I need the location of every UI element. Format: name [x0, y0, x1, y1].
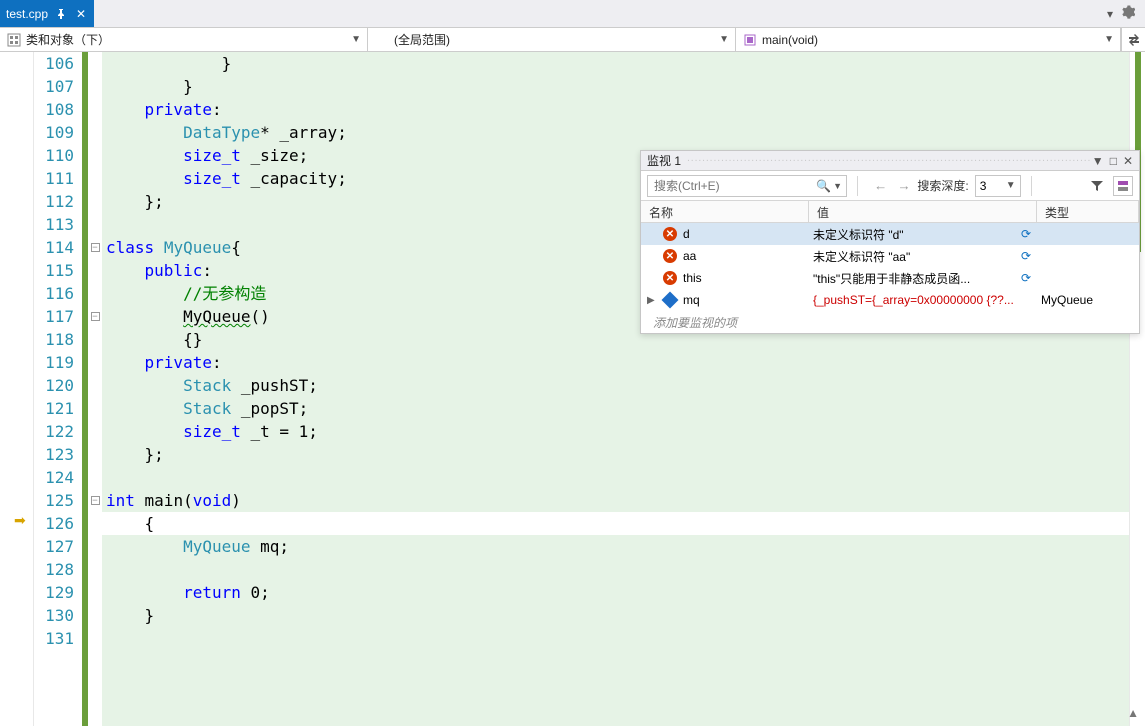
watch-value: 未定义标识符 "d"	[813, 226, 904, 243]
navigation-bar: 类和对象（下） ▼ (全局范围) ▼ main(void) ▼	[0, 28, 1145, 52]
project-dropdown[interactable]: 类和对象（下） ▼	[0, 28, 368, 51]
watch-row[interactable]: ✕ aa 未定义标识符 "aa" ⟳	[641, 245, 1139, 267]
watch-toolbar: 🔍 ▼ ← → 搜索深度: 3 ▼	[641, 171, 1139, 201]
object-icon	[662, 292, 679, 309]
refresh-icon[interactable]: ⟳	[1021, 271, 1031, 285]
refresh-icon[interactable]: ⟳	[1021, 227, 1031, 241]
chevron-down-icon: ▼	[719, 34, 729, 45]
error-icon: ✕	[663, 271, 677, 285]
expand-icon[interactable]: ▶	[647, 295, 657, 306]
watch-type: MyQueue	[1037, 293, 1139, 307]
execution-pointer-icon: ➡	[14, 512, 26, 529]
separator	[857, 176, 858, 196]
depth-value: 3	[980, 179, 1006, 193]
chevron-down-icon: ▼	[1006, 180, 1016, 191]
search-icon[interactable]: 🔍	[816, 179, 831, 193]
watch-row[interactable]: ✕ d 未定义标识符 "d" ⟳	[641, 223, 1139, 245]
watch-name: this	[683, 271, 702, 285]
function-icon	[742, 32, 758, 48]
code-line[interactable]: DataType* _array;	[102, 121, 1129, 144]
fold-toggle[interactable]: −	[91, 312, 100, 321]
col-value-header[interactable]: 值	[809, 201, 1037, 222]
col-name-header[interactable]: 名称	[641, 201, 809, 222]
code-line[interactable]: }	[102, 75, 1129, 98]
code-line[interactable]: private:	[102, 351, 1129, 374]
watch-value: "this"只能用于非静态成员函...	[813, 270, 970, 287]
maximize-icon[interactable]: □	[1110, 154, 1117, 168]
watch-title: 监视 1	[647, 152, 681, 169]
dropdown-icon[interactable]: ▾	[1107, 7, 1113, 21]
close-icon[interactable]: ✕	[1123, 154, 1133, 168]
code-line[interactable]: private:	[102, 98, 1129, 121]
depth-dropdown[interactable]: 3 ▼	[975, 175, 1021, 197]
chevron-down-icon: ▼	[351, 34, 361, 45]
file-tab-label: test.cpp	[6, 7, 48, 21]
watch-value: {_pushST={_array=0x00000000 {??...	[813, 293, 1014, 307]
search-input[interactable]	[652, 178, 816, 194]
error-icon: ✕	[663, 249, 677, 263]
gutter: ➡	[0, 52, 34, 726]
code-line[interactable]: int main(void)	[102, 489, 1129, 512]
code-line[interactable]: {	[102, 512, 1129, 535]
code-line[interactable]: Stack _popST;	[102, 397, 1129, 420]
next-button[interactable]: →	[891, 176, 911, 196]
chevron-down-icon: ▼	[1104, 34, 1114, 45]
watch-row[interactable]: ✕ this "this"只能用于非静态成员函... ⟳	[641, 267, 1139, 289]
code-line[interactable]	[102, 627, 1129, 650]
error-icon: ✕	[663, 227, 677, 241]
watch-grid-body: ✕ d 未定义标识符 "d" ⟳ ✕ aa 未定义标识符 "aa" ⟳ ✕ this "this"只…	[641, 223, 1139, 311]
code-line[interactable]	[102, 558, 1129, 581]
code-line[interactable]: MyQueue mq;	[102, 535, 1129, 558]
watch-name: d	[683, 227, 690, 241]
gear-icon[interactable]	[1121, 5, 1135, 22]
code-line[interactable]: Stack _pushST;	[102, 374, 1129, 397]
expand-panel-icon[interactable]: ▲	[1127, 706, 1139, 720]
fold-toggle[interactable]: −	[91, 496, 100, 505]
code-line[interactable]: }	[102, 52, 1129, 75]
code-line[interactable]: }	[102, 604, 1129, 627]
separator	[1031, 176, 1032, 196]
display-options-icon[interactable]	[1113, 176, 1133, 196]
code-line[interactable]: };	[102, 443, 1129, 466]
watch-name: mq	[683, 293, 700, 307]
prev-button[interactable]: ←	[868, 176, 888, 196]
scope-label: (全局范围)	[374, 31, 719, 48]
swap-layout-button[interactable]	[1121, 28, 1145, 51]
tab-bar: test.cpp ✕ ▾	[0, 0, 1145, 28]
code-line[interactable]	[102, 466, 1129, 489]
pin-icon[interactable]	[54, 9, 68, 19]
watch-search-box[interactable]: 🔍 ▼	[647, 175, 847, 197]
add-watch-item[interactable]: 添加要监视的项	[641, 311, 1139, 333]
project-icon	[6, 32, 22, 48]
function-label: main(void)	[762, 33, 1104, 47]
watch-panel: 监视 1 ∙∙∙∙∙∙∙∙∙∙∙∙∙∙∙∙∙∙∙∙∙∙∙∙∙∙∙∙∙∙∙∙∙∙∙…	[640, 150, 1140, 334]
file-tab[interactable]: test.cpp ✕	[0, 0, 94, 27]
close-icon[interactable]: ✕	[74, 7, 88, 21]
scope-dropdown[interactable]: (全局范围) ▼	[368, 28, 736, 51]
grip-dots: ∙∙∙∙∙∙∙∙∙∙∙∙∙∙∙∙∙∙∙∙∙∙∙∙∙∙∙∙∙∙∙∙∙∙∙∙∙∙∙∙…	[681, 155, 1092, 166]
search-nav: ← →	[868, 176, 911, 196]
filter-icon[interactable]	[1087, 176, 1107, 196]
chevron-down-icon[interactable]: ▼	[1092, 154, 1104, 168]
watch-value: 未定义标识符 "aa"	[813, 248, 910, 265]
code-line[interactable]: return 0;	[102, 581, 1129, 604]
watch-name: aa	[683, 249, 696, 263]
line-numbers: 1061071081091101111121131141151161171181…	[34, 52, 82, 726]
col-type-header[interactable]: 类型	[1037, 201, 1139, 222]
project-label: 类和对象（下）	[26, 31, 351, 48]
fold-column: − − −	[88, 52, 102, 726]
depth-label: 搜索深度:	[917, 177, 968, 194]
watch-row[interactable]: ▶ mq {_pushST={_array=0x00000000 {??... MyQ…	[641, 289, 1139, 311]
chevron-down-icon[interactable]: ▼	[833, 181, 842, 191]
watch-grid-header: 名称 值 类型	[641, 201, 1139, 223]
watch-title-bar[interactable]: 监视 1 ∙∙∙∙∙∙∙∙∙∙∙∙∙∙∙∙∙∙∙∙∙∙∙∙∙∙∙∙∙∙∙∙∙∙∙…	[641, 151, 1139, 171]
code-line[interactable]: size_t _t = 1;	[102, 420, 1129, 443]
refresh-icon[interactable]: ⟳	[1021, 249, 1031, 263]
fold-toggle[interactable]: −	[91, 243, 100, 252]
function-dropdown[interactable]: main(void) ▼	[736, 28, 1121, 51]
